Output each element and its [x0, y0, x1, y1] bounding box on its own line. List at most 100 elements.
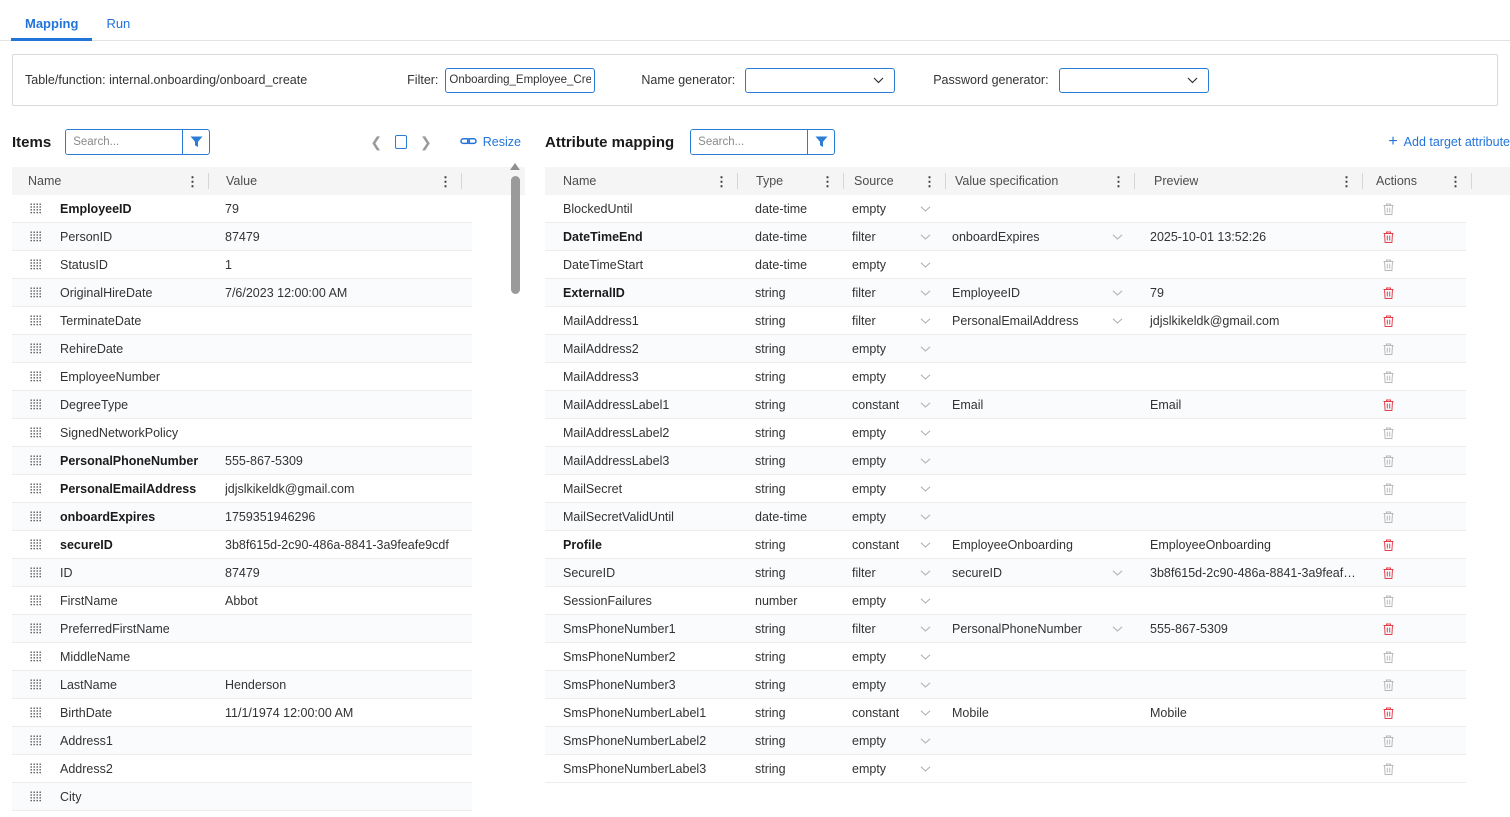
source-dropdown[interactable]: constant: [842, 398, 943, 412]
chevron-down-icon[interactable]: [920, 318, 931, 324]
value-specification[interactable]: PersonalEmailAddress: [943, 314, 1131, 328]
drag-handle-icon[interactable]: [12, 371, 60, 382]
drag-handle-icon[interactable]: [12, 427, 60, 438]
column-menu-icon[interactable]: ⋮: [1449, 175, 1462, 188]
value-specification[interactable]: onboardExpires: [943, 230, 1131, 244]
drag-handle-icon[interactable]: [12, 399, 60, 410]
chevron-down-icon[interactable]: [1112, 234, 1123, 240]
drag-handle-icon[interactable]: [12, 791, 60, 802]
chevron-down-icon[interactable]: [1112, 290, 1123, 296]
value-specification[interactable]: Email: [943, 398, 1131, 412]
chevron-down-icon[interactable]: [920, 402, 931, 408]
delete-icon[interactable]: [1383, 203, 1394, 215]
delete-icon[interactable]: [1383, 595, 1394, 607]
chevron-down-icon[interactable]: [920, 458, 931, 464]
delete-icon[interactable]: [1383, 651, 1394, 663]
chevron-down-icon[interactable]: [920, 234, 931, 240]
column-menu-icon[interactable]: ⋮: [821, 175, 834, 188]
mapping-search-input[interactable]: [691, 130, 807, 154]
chevron-down-icon[interactable]: [920, 486, 931, 492]
drag-handle-icon[interactable]: [12, 203, 60, 214]
delete-icon[interactable]: [1383, 455, 1394, 467]
source-dropdown[interactable]: empty: [842, 454, 943, 468]
column-menu-icon[interactable]: ⋮: [439, 175, 452, 188]
source-dropdown[interactable]: empty: [842, 678, 943, 692]
source-dropdown[interactable]: filter: [842, 314, 943, 328]
column-menu-icon[interactable]: ⋮: [1112, 175, 1125, 188]
chevron-down-icon[interactable]: [920, 710, 931, 716]
filter-input[interactable]: [445, 68, 595, 93]
chevron-down-icon[interactable]: [920, 570, 931, 576]
delete-icon[interactable]: [1383, 371, 1394, 383]
source-dropdown[interactable]: empty: [842, 342, 943, 356]
filter-funnel-icon[interactable]: [182, 130, 209, 154]
drag-handle-icon[interactable]: [12, 539, 60, 550]
delete-icon[interactable]: [1383, 315, 1394, 327]
tab-mapping[interactable]: Mapping: [11, 8, 92, 40]
source-dropdown[interactable]: constant: [842, 538, 943, 552]
drag-handle-icon[interactable]: [12, 315, 60, 326]
column-menu-icon[interactable]: ⋮: [186, 175, 199, 188]
delete-icon[interactable]: [1383, 399, 1394, 411]
chevron-down-icon[interactable]: [920, 626, 931, 632]
chevron-down-icon[interactable]: [920, 766, 931, 772]
source-dropdown[interactable]: empty: [842, 258, 943, 272]
drag-handle-icon[interactable]: [12, 623, 60, 634]
chevron-down-icon[interactable]: [920, 374, 931, 380]
value-specification[interactable]: Mobile: [943, 706, 1131, 720]
source-dropdown[interactable]: empty: [842, 370, 943, 384]
delete-icon[interactable]: [1383, 679, 1394, 691]
delete-icon[interactable]: [1383, 735, 1394, 747]
items-scrollbar[interactable]: [507, 155, 523, 735]
chevron-down-icon[interactable]: [920, 514, 931, 520]
items-search-input[interactable]: [66, 130, 182, 154]
delete-icon[interactable]: [1383, 567, 1394, 579]
source-dropdown[interactable]: empty: [842, 510, 943, 524]
source-dropdown[interactable]: constant: [842, 706, 943, 720]
chevron-down-icon[interactable]: [920, 430, 931, 436]
drag-handle-icon[interactable]: [12, 455, 60, 466]
value-specification[interactable]: PersonalPhoneNumber: [943, 622, 1131, 636]
source-dropdown[interactable]: empty: [842, 762, 943, 776]
value-specification[interactable]: secureID: [943, 566, 1131, 580]
drag-handle-icon[interactable]: [12, 343, 60, 354]
source-dropdown[interactable]: empty: [842, 426, 943, 440]
chevron-down-icon[interactable]: [920, 346, 931, 352]
chevron-down-icon[interactable]: [1112, 626, 1123, 632]
chevron-down-icon[interactable]: [920, 542, 931, 548]
chevron-right-icon[interactable]: ❯: [420, 135, 432, 149]
drag-handle-icon[interactable]: [12, 567, 60, 578]
resize-button[interactable]: Resize: [460, 135, 521, 149]
drag-handle-icon[interactable]: [12, 511, 60, 522]
column-menu-icon[interactable]: ⋮: [923, 175, 936, 188]
drag-handle-icon[interactable]: [12, 259, 60, 270]
delete-icon[interactable]: [1383, 259, 1394, 271]
scrollbar-thumb[interactable]: [511, 176, 520, 294]
chevron-down-icon[interactable]: [1112, 570, 1123, 576]
delete-icon[interactable]: [1383, 427, 1394, 439]
value-specification[interactable]: EmployeeID: [943, 286, 1131, 300]
chevron-down-icon[interactable]: [920, 738, 931, 744]
add-target-attribute-button[interactable]: + Add target attribute: [1388, 134, 1510, 150]
source-dropdown[interactable]: empty: [842, 482, 943, 496]
source-dropdown[interactable]: filter: [842, 566, 943, 580]
drag-handle-icon[interactable]: [12, 231, 60, 242]
source-dropdown[interactable]: empty: [842, 650, 943, 664]
page-indicator[interactable]: [395, 135, 407, 149]
chevron-down-icon[interactable]: [920, 654, 931, 660]
chevron-down-icon[interactable]: [920, 290, 931, 296]
drag-handle-icon[interactable]: [12, 763, 60, 774]
drag-handle-icon[interactable]: [12, 735, 60, 746]
source-dropdown[interactable]: empty: [842, 594, 943, 608]
delete-icon[interactable]: [1383, 483, 1394, 495]
drag-handle-icon[interactable]: [12, 707, 60, 718]
password-generator-select[interactable]: [1059, 68, 1209, 93]
chevron-down-icon[interactable]: [920, 682, 931, 688]
delete-icon[interactable]: [1383, 511, 1394, 523]
tab-run[interactable]: Run: [92, 8, 144, 40]
drag-handle-icon[interactable]: [12, 651, 60, 662]
chevron-down-icon[interactable]: [920, 262, 931, 268]
chevron-left-icon[interactable]: ❮: [370, 135, 382, 149]
chevron-down-icon[interactable]: [920, 598, 931, 604]
delete-icon[interactable]: [1383, 539, 1394, 551]
